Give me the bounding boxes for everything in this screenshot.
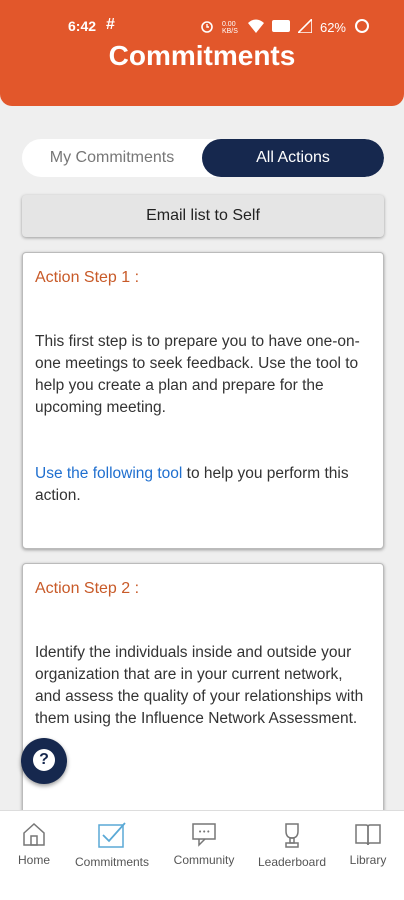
nav-commitments[interactable]: Commitments xyxy=(68,821,156,869)
tool-link[interactable]: Use the following tool xyxy=(35,465,182,482)
trophy-icon xyxy=(285,823,299,848)
page-title: Commitments xyxy=(108,40,296,71)
nav-leaderboard[interactable]: Leaderboard xyxy=(254,821,330,869)
battery-percent: 62% xyxy=(319,20,346,35)
action-step-body: Identify the individuals inside and outs… xyxy=(35,644,364,727)
nav-label: Library xyxy=(349,853,387,867)
email-list-button[interactable]: Email list to Self xyxy=(22,195,384,237)
tab-my-commitments[interactable]: My Commitments xyxy=(22,139,202,177)
home-icon xyxy=(23,822,45,846)
commitments-icon xyxy=(98,822,126,848)
nav-label: Commitments xyxy=(74,855,149,869)
question-icon: ? xyxy=(33,749,55,771)
action-step-body: This first step is to prepare you to hav… xyxy=(35,333,360,416)
svg-text:•••: ••• xyxy=(198,828,210,836)
tab-all-actions[interactable]: All Actions xyxy=(202,139,384,177)
nav-label: Home xyxy=(17,853,50,867)
community-icon: ••• xyxy=(192,823,216,847)
nav-library[interactable]: Library xyxy=(346,821,390,867)
help-button[interactable]: ? xyxy=(21,738,67,784)
slack-icon: # xyxy=(106,16,115,33)
nav-home[interactable]: Home xyxy=(14,821,54,867)
action-card: Action Step 1 : This first step is to pr… xyxy=(22,252,384,549)
nav-label: Community xyxy=(173,853,235,867)
network-speed: 0.00 KB/S xyxy=(221,20,238,35)
status-time: 6:42 xyxy=(68,18,97,34)
action-step-title: Action Step 2 : xyxy=(35,580,140,597)
header: 6:42 # 0.00 KB/S 62% Commitments xyxy=(0,0,404,106)
status-icons: 0.00 KB/S 62% xyxy=(200,17,370,37)
action-tool-text: Use the following tool to help you perfo… xyxy=(35,463,371,507)
nav-label: Leaderboard xyxy=(257,855,327,869)
action-step-title: Action Step 1 : xyxy=(35,269,140,286)
segmented-control: My Commitments All Actions xyxy=(22,139,384,177)
volte-icon xyxy=(271,19,290,36)
bottom-nav: Home Commitments ••• Community Leaderboa… xyxy=(0,810,404,900)
book-icon xyxy=(355,824,381,846)
status-bar: 6:42 # 0.00 KB/S 62% xyxy=(0,16,404,38)
nav-community[interactable]: ••• Community xyxy=(168,821,240,867)
battery-icon xyxy=(354,18,370,37)
alarm-icon xyxy=(200,19,214,36)
wifi-icon xyxy=(247,19,264,36)
signal-icon xyxy=(296,17,313,36)
